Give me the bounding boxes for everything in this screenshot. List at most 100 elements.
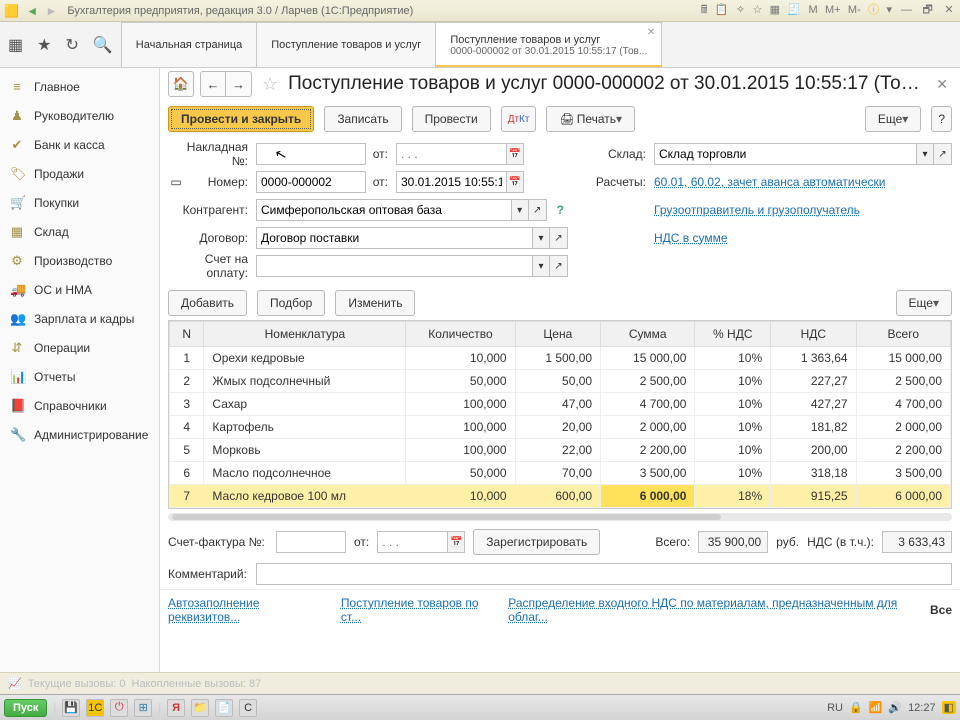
goods-table[interactable]: NНоменклатураКоличествоЦенаСумма% НДСНДС… [168,320,952,509]
table-cell[interactable]: Сахар [204,393,406,416]
table-cell[interactable]: 70,00 [515,462,600,485]
tool-icon[interactable]: ✧ [736,4,745,16]
tool-m-plus[interactable]: М+ [825,4,841,16]
tray-icon[interactable]: 🔒 [849,701,863,714]
table-cell[interactable]: Масло подсолнечное [204,462,406,485]
sidebar-item-salary[interactable]: 👥Зарплата и кадры [0,304,159,333]
table-cell[interactable]: 10% [695,347,771,370]
nav-back-icon[interactable]: ◄ [26,4,38,18]
history-icon[interactable]: ↻ [65,35,78,55]
table-more-button[interactable]: Еще [896,290,952,316]
table-cell[interactable]: 50,000 [406,462,515,485]
col-header[interactable]: Количество [406,322,515,347]
table-cell[interactable]: 100,000 [406,416,515,439]
col-header[interactable]: Всего [856,322,950,347]
sidebar-item-bank[interactable]: ✔Банк и касса [0,130,159,159]
comment-input[interactable] [256,563,952,585]
table-cell[interactable]: 6 000,00 [856,485,950,508]
sidebar-item-admin[interactable]: 🔧Администрирование [0,420,159,449]
table-cell[interactable]: 2 200,00 [601,439,695,462]
table-cell[interactable]: 22,00 [515,439,600,462]
nav-back-button[interactable]: ← [200,71,226,97]
favorite-star-icon[interactable]: ★ [37,35,51,55]
more-button[interactable]: Еще [865,106,921,132]
table-cell[interactable]: 3 500,00 [601,462,695,485]
podbor-button[interactable]: Подбор [257,290,325,316]
table-cell[interactable]: 2 000,00 [601,416,695,439]
table-row[interactable]: 2Жмых подсолнечный50,00050,002 500,0010%… [170,370,951,393]
table-row[interactable]: 3Сахар100,00047,004 700,0010%427,274 700… [170,393,951,416]
dropdown-icon[interactable]: ▾ [532,255,550,277]
nakladnaya-number-input[interactable] [256,143,366,165]
nav-forward-button[interactable]: → [226,71,252,97]
table-row[interactable]: 4Картофель100,00020,002 000,0010%181,822… [170,416,951,439]
table-cell[interactable]: 318,18 [771,462,856,485]
table-cell[interactable]: 181,82 [771,416,856,439]
table-cell[interactable]: 7 [170,485,204,508]
col-header[interactable]: N [170,322,204,347]
table-cell[interactable]: Морковь [204,439,406,462]
col-header[interactable]: Цена [515,322,600,347]
all-links-button[interactable]: Все [930,603,952,617]
table-cell[interactable]: 1 363,64 [771,347,856,370]
col-header[interactable]: НДС [771,322,856,347]
add-row-button[interactable]: Добавить [168,290,247,316]
table-cell[interactable]: 427,27 [771,393,856,416]
field-help-icon[interactable]: ? [553,203,568,217]
taskbar-app[interactable]: 📄 [215,699,233,717]
table-cell[interactable]: 3 500,00 [856,462,950,485]
post-button[interactable]: Провести [412,106,491,132]
minimize-button[interactable]: — [899,4,913,16]
register-button[interactable]: Зарегистрировать [473,529,600,555]
table-cell[interactable]: 600,00 [515,485,600,508]
calendar-icon[interactable]: 📅 [506,143,524,165]
sidebar-item-assets[interactable]: 🚚ОС и НМА [0,275,159,304]
taskbar-app[interactable]: 📁 [191,699,209,717]
table-cell[interactable]: 18% [695,485,771,508]
table-cell[interactable]: 3 [170,393,204,416]
table-cell[interactable]: 20,00 [515,416,600,439]
table-cell[interactable]: 10% [695,416,771,439]
table-cell[interactable]: 6 000,00 [601,485,695,508]
sidebar-item-purchases[interactable]: 🛒Покупки [0,188,159,217]
tray-icon[interactable]: ◧ [942,701,956,714]
raschety-link[interactable]: 60.01, 60.02, зачет аванса автоматически [654,175,885,189]
table-cell[interactable]: 47,00 [515,393,600,416]
schet-oplatu-input[interactable] [256,255,532,277]
autofill-link[interactable]: Автозаполнение реквизитов... [168,596,325,624]
table-cell[interactable]: 15 000,00 [856,347,950,370]
menu-caret[interactable]: ▾ [886,4,892,16]
doc-mode-icon[interactable]: ▭ [168,175,184,189]
nakladnaya-date-input[interactable] [396,143,506,165]
print-button[interactable]: 🖨Печать [546,106,635,132]
horizontal-scrollbar[interactable] [168,513,952,521]
home-button[interactable]: 🏠 [168,71,194,97]
help-button[interactable]: ? [931,106,952,132]
table-cell[interactable]: 100,000 [406,439,515,462]
post-and-close-button[interactable]: Провести и закрыть [168,106,314,132]
sklad-input[interactable] [654,143,916,165]
favorite-toggle[interactable]: ☆ [258,74,282,95]
tool-icon[interactable]: 🧾 [787,4,801,16]
table-cell[interactable]: 227,27 [771,370,856,393]
sidebar-item-sales[interactable]: 🏷Продажи [0,159,159,188]
table-cell[interactable]: Орехи кедровые [204,347,406,370]
open-ref-icon[interactable]: ↗ [529,199,547,221]
table-cell[interactable]: 1 500,00 [515,347,600,370]
nav-fwd-icon[interactable]: ► [46,4,58,18]
table-cell[interactable]: 2 200,00 [856,439,950,462]
table-cell[interactable]: 4 [170,416,204,439]
postup-link[interactable]: Поступление товаров по ст... [341,596,492,624]
table-cell[interactable]: 6 [170,462,204,485]
table-cell[interactable]: 4 700,00 [856,393,950,416]
taskbar-icon[interactable]: ⏻ [110,699,128,717]
col-header[interactable]: Номенклатура [204,322,406,347]
doc-date-input[interactable] [396,171,506,193]
dogovor-input[interactable] [256,227,532,249]
tool-icon[interactable]: ▦ [770,4,780,16]
taskbar-icon[interactable]: 💾 [62,699,80,717]
izmenit-button[interactable]: Изменить [335,290,415,316]
table-cell[interactable]: 50,00 [515,370,600,393]
col-header[interactable]: Сумма [601,322,695,347]
table-cell[interactable]: Картофель [204,416,406,439]
